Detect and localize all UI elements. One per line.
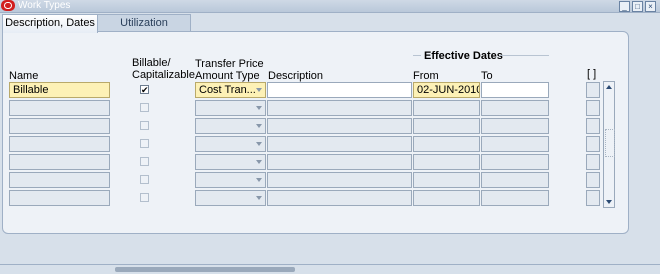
header-billable-1: Billable/	[132, 57, 171, 69]
chevron-down-icon[interactable]	[256, 106, 262, 110]
from-date-field[interactable]	[413, 136, 480, 152]
window-title: Work Types	[18, 0, 71, 11]
name-field[interactable]	[9, 118, 110, 134]
header-description: Description	[268, 70, 324, 82]
description-field[interactable]	[267, 172, 412, 188]
transfer-price-type-field[interactable]	[195, 118, 266, 134]
header-from: From	[413, 70, 439, 82]
maximize-icon[interactable]: □	[632, 1, 643, 12]
header-transfer-price-2: Amount Type	[195, 70, 260, 82]
to-date-field[interactable]	[481, 172, 549, 188]
from-date-field[interactable]: 02-JUN-2010	[413, 82, 480, 98]
transfer-price-type-field[interactable]	[195, 172, 266, 188]
scroll-thumb[interactable]	[605, 129, 615, 157]
chevron-down-icon[interactable]	[256, 178, 262, 182]
transfer-price-type-field[interactable]	[195, 190, 266, 206]
header-name: Name	[9, 70, 39, 82]
description-field[interactable]	[267, 154, 412, 170]
row-selector[interactable]	[586, 82, 600, 98]
from-date-field[interactable]	[413, 190, 480, 206]
description-field[interactable]	[267, 118, 412, 134]
description-field[interactable]	[267, 136, 412, 152]
window-titlebar: Work Types _ □ ×	[0, 0, 660, 13]
row-selector[interactable]	[586, 136, 600, 152]
chevron-down-icon[interactable]	[256, 88, 262, 92]
folder-icon[interactable]: [ ]	[587, 68, 596, 80]
description-field[interactable]	[267, 82, 412, 98]
close-icon[interactable]: ×	[645, 1, 656, 12]
billable-checkbox[interactable]	[140, 157, 149, 166]
billable-checkbox[interactable]	[140, 103, 149, 112]
transfer-price-type-field[interactable]	[195, 100, 266, 116]
from-date-field[interactable]	[413, 172, 480, 188]
billable-checkbox[interactable]	[140, 121, 149, 130]
row-selector[interactable]	[586, 172, 600, 188]
tab-utilization[interactable]: Utilization	[97, 14, 191, 32]
name-field[interactable]: Billable	[9, 82, 110, 98]
name-field[interactable]	[9, 136, 110, 152]
transfer-price-type-value: Cost Tran...	[199, 84, 256, 96]
row-selector[interactable]	[586, 154, 600, 170]
from-date-field[interactable]	[413, 118, 480, 134]
from-date-field[interactable]	[413, 100, 480, 116]
chevron-down-icon[interactable]	[256, 196, 262, 200]
effective-dates-rule-left	[413, 55, 421, 56]
row-selector[interactable]	[586, 118, 600, 134]
chevron-down-icon[interactable]	[256, 124, 262, 128]
description-field[interactable]	[267, 100, 412, 116]
tab-description-dates[interactable]: Description, Dates	[2, 14, 98, 33]
horizontal-scroll-thumb[interactable]	[115, 267, 295, 272]
name-field[interactable]	[9, 154, 110, 170]
oracle-logo-icon	[1, 0, 15, 11]
scroll-down-icon[interactable]	[606, 200, 612, 204]
billable-checkbox[interactable]	[140, 193, 149, 202]
name-field[interactable]	[9, 172, 110, 188]
billable-checkbox[interactable]	[140, 175, 149, 184]
row-selector[interactable]	[586, 190, 600, 206]
header-transfer-price-1: Transfer Price	[195, 58, 264, 70]
header-effective-dates: Effective Dates	[424, 50, 503, 62]
minimize-icon[interactable]: _	[619, 1, 630, 12]
transfer-price-type-field[interactable]: Cost Tran...	[195, 82, 266, 98]
chevron-down-icon[interactable]	[256, 160, 262, 164]
chevron-down-icon[interactable]	[256, 142, 262, 146]
to-date-field[interactable]	[481, 82, 549, 98]
to-date-field[interactable]	[481, 154, 549, 170]
scroll-up-icon[interactable]	[606, 85, 612, 89]
to-date-field[interactable]	[481, 118, 549, 134]
billable-checkbox[interactable]	[140, 139, 149, 148]
row-selector[interactable]	[586, 100, 600, 116]
from-date-field[interactable]	[413, 154, 480, 170]
transfer-price-type-field[interactable]	[195, 136, 266, 152]
name-field[interactable]	[9, 100, 110, 116]
to-date-field[interactable]	[481, 136, 549, 152]
effective-dates-rule-right	[499, 55, 549, 56]
header-to: To	[481, 70, 493, 82]
header-billable-2: Capitalizable	[132, 69, 195, 81]
to-date-field[interactable]	[481, 190, 549, 206]
description-field[interactable]	[267, 190, 412, 206]
vertical-scrollbar[interactable]	[603, 81, 615, 208]
name-field[interactable]	[9, 190, 110, 206]
billable-checkbox[interactable]: ✔	[140, 85, 149, 95]
transfer-price-type-field[interactable]	[195, 154, 266, 170]
to-date-field[interactable]	[481, 100, 549, 116]
